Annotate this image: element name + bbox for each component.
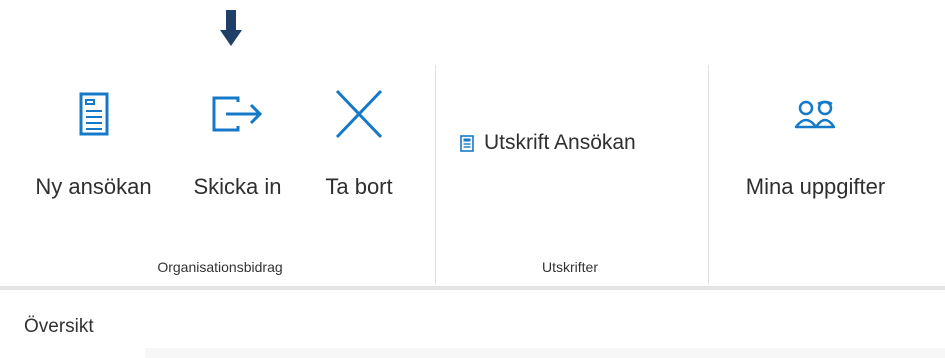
people-icon <box>794 100 835 129</box>
group-divider <box>708 65 709 285</box>
group-label-utskrifter: Utskrifter <box>542 259 598 275</box>
delete-label: Ta bort <box>325 174 393 199</box>
document-small-icon <box>460 134 474 152</box>
new-application-button[interactable]: Ny ansökan <box>26 88 161 200</box>
submit-button[interactable]: Skicka in <box>185 88 290 200</box>
tab-oversikt[interactable]: Översikt <box>24 316 94 338</box>
print-application-label: Utskrift Ansökan <box>484 131 636 154</box>
my-details-label: Mina uppgifter <box>745 174 886 199</box>
ribbon-bottom-border <box>0 286 945 290</box>
delete-button[interactable]: Ta bort <box>318 88 400 200</box>
close-icon <box>335 89 383 139</box>
send-icon <box>212 96 262 132</box>
my-details-button[interactable]: Mina uppgifter <box>733 88 898 200</box>
document-icon <box>79 92 108 136</box>
group-divider <box>435 65 436 285</box>
group-label-organisationsbidrag: Organisationsbidrag <box>157 259 283 275</box>
print-application-button[interactable]: Utskrift Ansökan <box>460 131 636 155</box>
content-strip <box>145 348 945 358</box>
new-application-label: Ny ansökan <box>35 174 152 199</box>
submit-label: Skicka in <box>193 174 282 199</box>
down-arrow-icon <box>220 10 242 46</box>
